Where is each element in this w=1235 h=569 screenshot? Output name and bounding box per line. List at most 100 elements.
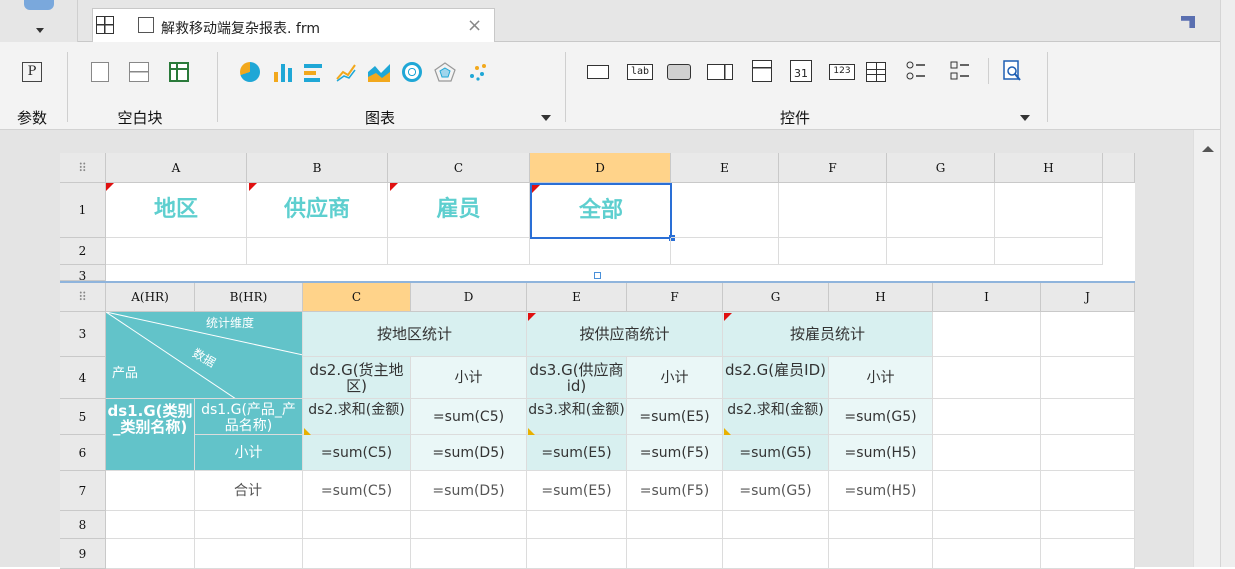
textbox-widget-icon[interactable] (587, 65, 609, 79)
cell-e5[interactable]: ds3.求和(金额) (527, 399, 627, 435)
column-header-c[interactable]: C (303, 283, 411, 312)
column-header-j[interactable]: J (1041, 283, 1135, 312)
cell-h1[interactable] (995, 183, 1103, 238)
row-header-9[interactable]: 9 (60, 539, 106, 569)
cell-d1-all[interactable]: 全部 (530, 183, 672, 239)
resize-handle[interactable] (594, 272, 601, 279)
cell-i4[interactable] (933, 357, 1041, 399)
row-header-6[interactable]: 6 (60, 435, 106, 471)
cell-c4[interactable]: ds2.G(货主地区) (303, 357, 411, 399)
cell-a1-region[interactable]: 地区 (106, 183, 247, 238)
row-header-1[interactable]: 1 (60, 183, 106, 238)
scroll-up-icon[interactable] (1202, 146, 1214, 152)
cell-g1[interactable] (887, 183, 995, 238)
column-header-g[interactable]: G (887, 153, 995, 183)
cell-e2[interactable] (671, 238, 779, 265)
cell-b5-product[interactable]: ds1.G(产品_产品名称) (195, 399, 303, 435)
row-header-5[interactable]: 5 (60, 399, 106, 435)
table-tree-widget-icon[interactable] (866, 62, 886, 82)
cell-j4[interactable] (1041, 357, 1135, 399)
radio-group-icon[interactable] (906, 60, 926, 82)
query-preview-icon[interactable] (1002, 60, 1024, 82)
column-header-e[interactable]: E (671, 153, 779, 183)
cell-a9[interactable] (106, 539, 195, 569)
button-widget-icon[interactable] (667, 64, 691, 80)
column-header-b[interactable]: B (247, 153, 388, 183)
diagonal-header-cell[interactable]: 统计维度 数据 产品 (106, 312, 303, 399)
cell-d9[interactable] (411, 539, 527, 569)
cell-f4[interactable]: 小计 (627, 357, 723, 399)
cell-d2[interactable] (530, 238, 671, 265)
cell-g5[interactable]: ds2.求和(金额) (723, 399, 829, 435)
column-header-g[interactable]: G (723, 283, 829, 312)
tab-close-icon[interactable]: × (467, 15, 482, 36)
column-header-f[interactable]: F (779, 153, 887, 183)
column-header-d[interactable]: D (411, 283, 527, 312)
cell-i8[interactable] (933, 511, 1041, 539)
label-widget-icon[interactable]: lab (627, 64, 653, 80)
search-toolbar-button[interactable] (0, 0, 78, 42)
cell-i7[interactable] (933, 471, 1041, 511)
cell-g3-by-employee[interactable]: 按雇员统计 (723, 312, 933, 357)
column-header-i[interactable]: I (933, 283, 1041, 312)
blank-block-split-icon[interactable] (129, 62, 149, 82)
cell-g2[interactable] (887, 238, 995, 265)
area-chart-icon[interactable] (368, 62, 390, 82)
cell-e8[interactable] (527, 511, 627, 539)
combo-list-widget-icon[interactable] (752, 60, 772, 82)
cell-f9[interactable] (627, 539, 723, 569)
cell-a5-category[interactable]: ds1.G(类别_类别名称) (106, 399, 195, 471)
cell-c5[interactable]: ds2.求和(金额) (303, 399, 411, 435)
cell-c1-employee[interactable]: 雇员 (388, 183, 530, 238)
cell-e4[interactable]: ds3.G(供应商id) (527, 357, 627, 399)
cell-j7[interactable] (1041, 471, 1135, 511)
cell-f5[interactable]: =sum(E5) (627, 399, 723, 435)
cell-g8[interactable] (723, 511, 829, 539)
cell-d5[interactable]: =sum(C5) (411, 399, 527, 435)
number-widget-icon[interactable]: 123 (829, 64, 855, 80)
dropdown-widget-icon[interactable] (707, 64, 733, 80)
corner-header[interactable]: ⠿ (60, 153, 106, 183)
widgets-expand-icon[interactable] (1020, 115, 1030, 121)
horizontal-bar-icon[interactable] (304, 62, 324, 82)
checkbox-group-icon[interactable] (950, 60, 970, 82)
gauge-chart-icon[interactable] (402, 62, 422, 82)
cell-e1[interactable] (671, 183, 779, 238)
cell-f1[interactable] (779, 183, 887, 238)
cell-h9[interactable] (829, 539, 933, 569)
cell-e7[interactable]: =sum(E5) (527, 471, 627, 511)
blank-block-table-icon[interactable] (169, 62, 189, 82)
vertical-scrollbar[interactable] (1193, 130, 1220, 567)
bar-chart-icon[interactable] (272, 62, 294, 82)
cell-c7[interactable]: =sum(C5) (303, 471, 411, 511)
column-header-b-hr[interactable]: B(HR) (195, 283, 303, 312)
cell-e9[interactable] (527, 539, 627, 569)
column-header-d[interactable]: D (530, 153, 671, 183)
column-header-f[interactable]: F (627, 283, 723, 312)
cell-h5[interactable]: =sum(G5) (829, 399, 933, 435)
grid-add-icon[interactable] (96, 16, 114, 34)
cell-f6[interactable]: =sum(F5) (627, 435, 723, 471)
cell-i6[interactable] (933, 435, 1041, 471)
row-header-3[interactable]: 3 (60, 265, 106, 281)
cell-i9[interactable] (933, 539, 1041, 569)
cell-d4[interactable]: 小计 (411, 357, 527, 399)
cell-h2[interactable] (995, 238, 1103, 265)
column-header-a-hr[interactable]: A(HR) (106, 283, 195, 312)
row-header-7[interactable]: 7 (60, 471, 106, 511)
row-header-3[interactable]: 3 (60, 312, 106, 357)
cell-h8[interactable] (829, 511, 933, 539)
cell-h6[interactable]: =sum(H5) (829, 435, 933, 471)
radar-chart-icon[interactable] (434, 62, 456, 82)
cell-e3-by-supplier[interactable]: 按供应商统计 (527, 312, 723, 357)
cell-h7[interactable]: =sum(H5) (829, 471, 933, 511)
file-tab[interactable]: 解救移动端复杂报表. frm × (92, 8, 495, 42)
pie-chart-icon[interactable] (240, 62, 260, 82)
cell-f8[interactable] (627, 511, 723, 539)
cell-j6[interactable] (1041, 435, 1135, 471)
cell-c8[interactable] (303, 511, 411, 539)
blank-block-icon[interactable] (91, 62, 109, 82)
column-header-extra[interactable] (1103, 153, 1135, 183)
cell-a7[interactable] (106, 471, 195, 511)
column-header-h[interactable]: H (995, 153, 1103, 183)
